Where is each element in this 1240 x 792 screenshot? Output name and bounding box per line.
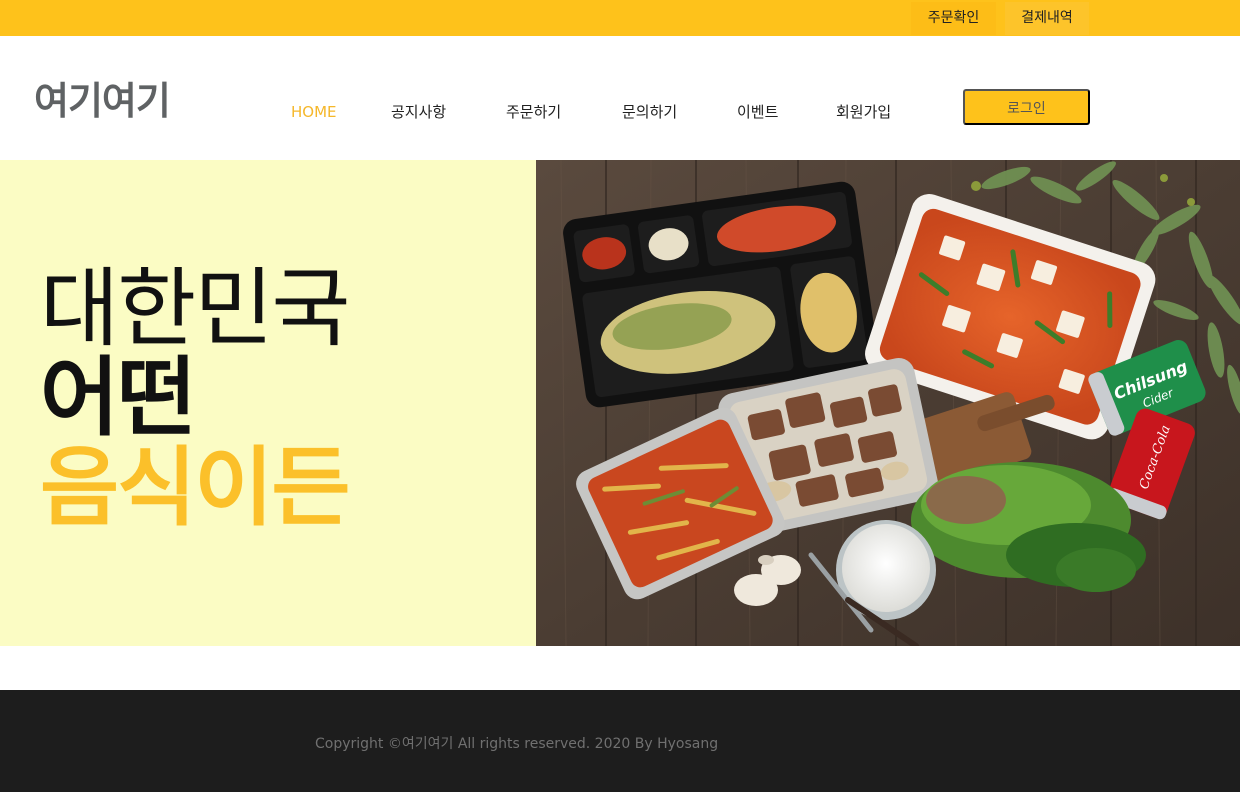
nav-item-signup[interactable]: 회원가입 xyxy=(836,100,891,124)
headline-line-3: 음식이든 xyxy=(40,438,350,538)
main-header: 여기여기 HOME 공지사항 주문하기 문의하기 이벤트 회원가입 로그인 xyxy=(0,36,1240,160)
nav-item-home[interactable]: HOME xyxy=(291,100,337,124)
food-spread-illustration: Chilsung Cider Coca-Cola xyxy=(536,160,1240,646)
login-button[interactable]: 로그인 xyxy=(963,89,1090,125)
order-check-button[interactable]: 주문확인 xyxy=(911,2,996,35)
hero-text-panel: 대한민국 어떤 음식이든 xyxy=(0,160,536,646)
top-utility-bar: 주문확인 결제내역 xyxy=(0,0,1240,36)
nav-item-inquiry[interactable]: 문의하기 xyxy=(622,100,677,124)
nav-item-notice[interactable]: 공지사항 xyxy=(391,100,446,124)
headline-line-1: 대한민국 xyxy=(40,259,350,359)
hero-section: 대한민국 어떤 음식이든 Chilsung Cider Coca-Cola xyxy=(0,160,1240,646)
payment-history-button[interactable]: 결제내역 xyxy=(1005,2,1089,35)
headline-line-2: 어떤 xyxy=(40,348,196,448)
hero-food-image: Chilsung Cider Coca-Cola xyxy=(536,160,1240,646)
site-logo[interactable]: 여기여기 xyxy=(34,76,184,126)
nav-item-event[interactable]: 이벤트 xyxy=(737,100,778,124)
nav-item-order[interactable]: 주문하기 xyxy=(506,100,561,124)
hero-headline: 대한민국 어떤 음식이든 xyxy=(40,259,350,538)
copyright-text: Copyright ©여기여기 All rights reserved. 202… xyxy=(315,736,719,752)
site-footer: Copyright ©여기여기 All rights reserved. 202… xyxy=(0,690,1240,792)
